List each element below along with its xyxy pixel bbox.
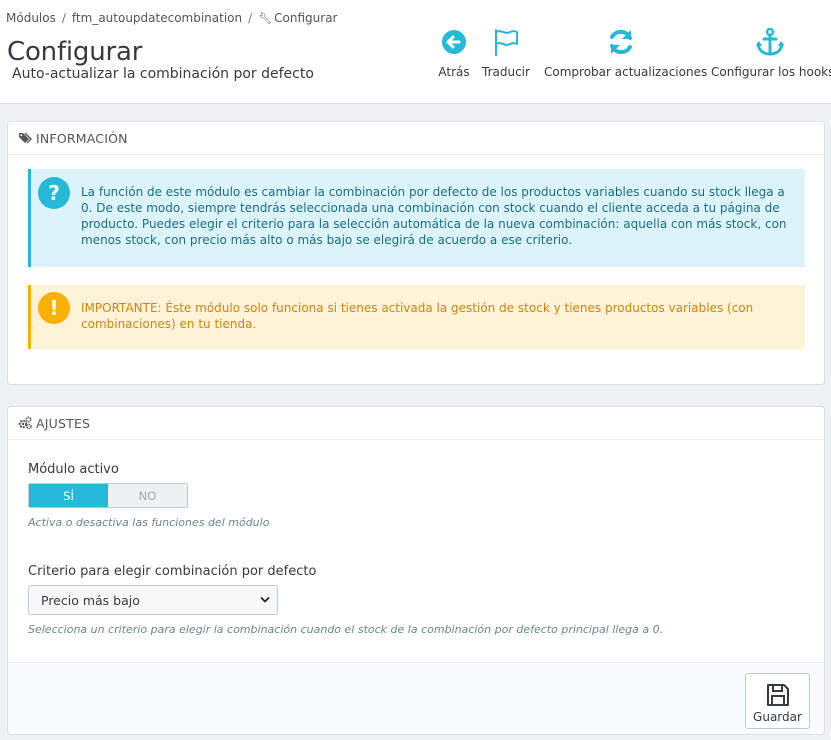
floppy-disk-icon <box>766 684 789 706</box>
info-panel: INFORMACIÓN ? La función de este módulo … <box>7 121 825 385</box>
breadcrumb-separator: / <box>61 11 66 25</box>
back-label: Atrás <box>438 65 470 79</box>
warning-alert-text: IMPORTANTE: Éste módulo solo funciona si… <box>81 301 754 331</box>
tags-icon <box>19 132 32 144</box>
settings-panel: AJUSTES Módulo activo SÍ NO Activa o des… <box>7 406 825 735</box>
info-panel-heading: INFORMACIÓN <box>8 122 824 155</box>
info-alert-text: La función de este módulo es cambiar la … <box>81 185 787 247</box>
save-label: Guardar <box>753 710 802 724</box>
info-panel-title: INFORMACIÓN <box>36 130 128 146</box>
module-active-switch[interactable]: SÍ NO <box>28 483 188 508</box>
switch-no-option[interactable]: NO <box>108 484 187 507</box>
check-updates-button[interactable]: Comprobar actualizaciones <box>544 27 708 79</box>
page-subtitle: Auto-actualizar la combinación por defec… <box>12 66 314 82</box>
warning-alert: ! IMPORTANTE: Éste módulo solo funciona … <box>28 285 805 349</box>
cogs-icon <box>18 416 32 430</box>
page-title: Configurar <box>7 37 143 67</box>
breadcrumb-configure: Configurar <box>274 11 338 25</box>
module-active-label: Módulo activo <box>28 462 119 477</box>
info-alert: ? La función de este módulo es cambiar l… <box>28 169 805 267</box>
criteria-selected-value: Precio más bajo <box>41 592 140 608</box>
configure-hooks-label: Configurar los hooks <box>711 65 831 79</box>
anchor-icon <box>756 27 784 56</box>
question-icon: ? <box>38 177 70 209</box>
back-button[interactable]: Atrás <box>438 27 470 79</box>
configure-hooks-button[interactable]: Configurar los hooks <box>711 27 831 79</box>
settings-panel-title: AJUSTES <box>36 415 91 431</box>
flag-icon <box>494 29 518 56</box>
translate-label: Traducir <box>482 65 530 79</box>
settings-panel-heading: AJUSTES <box>8 407 824 440</box>
criteria-select[interactable]: Precio más bajo <box>28 585 278 615</box>
check-updates-label: Comprobar actualizaciones <box>544 65 708 79</box>
criteria-help: Selecciona un criterio para elegir la co… <box>28 623 664 636</box>
settings-panel-footer: Guardar <box>8 662 824 734</box>
save-button[interactable]: Guardar <box>745 673 810 729</box>
switch-yes-option[interactable]: SÍ <box>29 484 108 507</box>
arrow-left-circle-icon <box>442 30 466 54</box>
page-header: Módulos / ftm_autoupdatecombination / 🔧︎ Conf… <box>0 0 831 104</box>
chevron-down-icon <box>260 597 270 603</box>
refresh-icon <box>610 29 632 55</box>
breadcrumb: Módulos / ftm_autoupdatecombination / 🔧︎ Conf… <box>6 11 337 25</box>
module-active-help: Activa o desactiva las funciones del mód… <box>28 516 270 529</box>
breadcrumb-module-name[interactable]: ftm_autoupdatecombination <box>72 11 242 25</box>
criteria-label: Criterio para elegir combinación por def… <box>28 564 317 579</box>
breadcrumb-separator: / <box>248 11 253 25</box>
breadcrumb-modules[interactable]: Módulos <box>6 11 56 25</box>
wrench-icon: 🔧︎ <box>258 12 273 25</box>
translate-button[interactable]: Traducir <box>482 27 530 79</box>
exclamation-icon: ! <box>38 292 70 324</box>
